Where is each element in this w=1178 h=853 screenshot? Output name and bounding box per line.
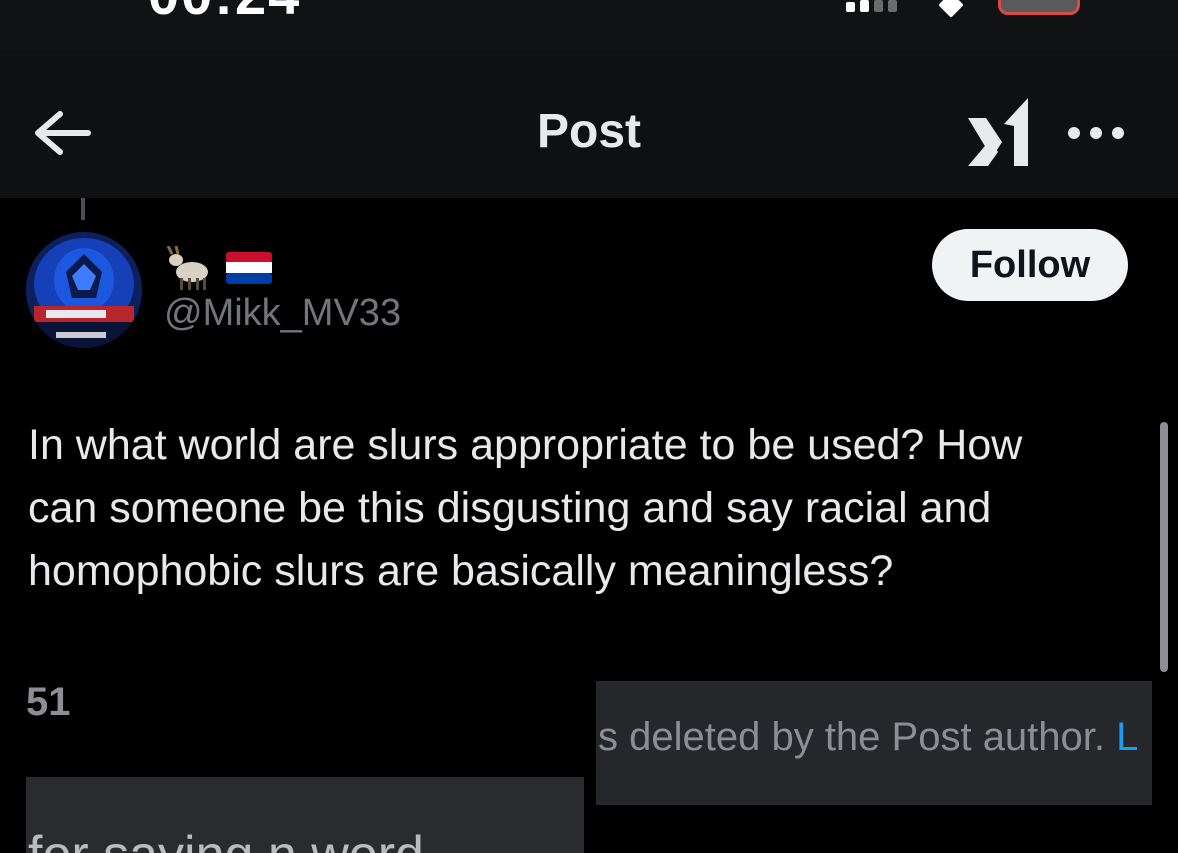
avatar[interactable] — [26, 232, 142, 348]
more-options-button[interactable] — [1066, 118, 1126, 148]
grok-button[interactable] — [964, 96, 1036, 168]
status-bar: 00:24 — [0, 0, 1178, 50]
thread-connector-line — [81, 198, 85, 220]
post-text: In what world are slurs appropriate to b… — [28, 421, 1023, 595]
display-name-emoji — [166, 246, 276, 292]
top-navigation-bar: Post — [0, 50, 1178, 198]
author-handle[interactable]: @Mikk_MV33 — [164, 292, 401, 335]
scrollbar[interactable] — [1160, 422, 1168, 672]
goat-emoji-icon — [166, 246, 208, 290]
deleted-notice-message: s deleted by the Post author. — [598, 715, 1117, 759]
deleted-post-notice: s deleted by the Post author. L — [596, 681, 1152, 805]
netherlands-flag-icon — [226, 252, 272, 284]
helmet-avatar-image — [26, 232, 142, 348]
learn-more-link[interactable]: L — [1116, 715, 1138, 759]
status-time: 00:24 — [148, 0, 301, 27]
grok-logo-icon — [968, 98, 1028, 166]
quoted-post-text: for saying n word — [28, 825, 424, 853]
wifi-icon — [938, 0, 964, 18]
quoted-post-card[interactable]: for saying n word — [26, 777, 584, 853]
engagement-count: 51 — [26, 680, 71, 724]
follow-button[interactable]: Follow — [932, 229, 1128, 301]
battery-icon — [998, 0, 1080, 15]
deleted-notice-text: s deleted by the Post author. L — [598, 715, 1138, 760]
cellular-signal-icon — [846, 0, 906, 12]
more-horizontal-icon — [1068, 127, 1124, 139]
